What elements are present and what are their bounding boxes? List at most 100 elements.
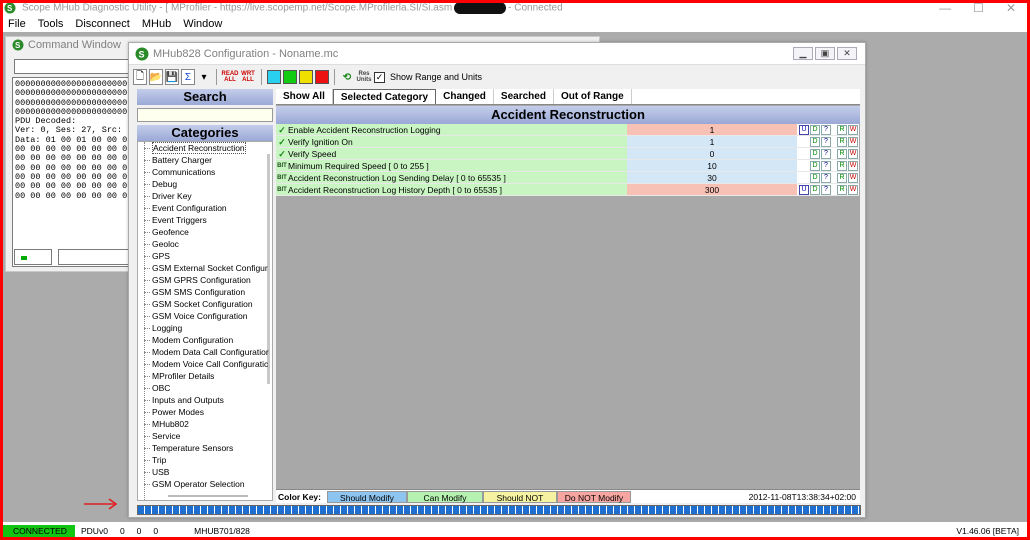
color-filter-cyan[interactable] — [267, 70, 281, 84]
checkmark-icon: ✓ — [278, 136, 286, 147]
send-button[interactable] — [14, 249, 52, 265]
category-item[interactable]: Service — [138, 430, 272, 442]
category-item[interactable]: Geoloc — [138, 238, 272, 250]
category-item[interactable]: Accident Reconstruction — [138, 142, 272, 154]
color-filter-green[interactable] — [283, 70, 297, 84]
category-item[interactable]: Modem Voice Call Configuratic — [138, 358, 272, 370]
parameter-value[interactable]: 30 — [627, 172, 797, 184]
write-button[interactable]: W — [848, 172, 858, 183]
horizontal-scrollbar[interactable] — [168, 495, 248, 497]
default-button[interactable]: D — [810, 160, 820, 171]
category-item[interactable]: Modem Configuration — [138, 334, 272, 346]
menu-file[interactable]: File — [6, 18, 28, 30]
tab-out-of-range[interactable]: Out of Range — [554, 89, 632, 104]
parameter-value[interactable]: 300 — [627, 184, 797, 196]
read-button[interactable]: R — [837, 124, 847, 135]
help-button[interactable]: ? — [821, 172, 831, 183]
dropdown-arrow-icon[interactable]: ▾ — [197, 69, 211, 85]
tab-searched[interactable]: Searched — [494, 89, 554, 104]
default-button[interactable]: D — [810, 124, 820, 135]
default-button[interactable]: D — [810, 148, 820, 159]
sum-icon[interactable]: Σ — [181, 69, 195, 85]
save-icon[interactable]: 💾 — [165, 69, 179, 85]
category-label: OBC — [152, 383, 171, 393]
help-button[interactable]: ? — [821, 160, 831, 171]
category-item[interactable]: Geofence — [138, 226, 272, 238]
category-item[interactable]: Trip — [138, 454, 272, 466]
category-item[interactable]: GSM GPRS Configuration — [138, 274, 272, 286]
color-filter-yellow[interactable] — [299, 70, 313, 84]
color-filter-red[interactable] — [315, 70, 329, 84]
category-item[interactable]: GSM Voice Configuration — [138, 310, 272, 322]
category-item[interactable]: GSM Socket Configuration — [138, 298, 272, 310]
update-flag-button[interactable]: U — [799, 184, 809, 195]
help-button[interactable]: ? — [821, 136, 831, 147]
category-item[interactable]: Temperature Sensors — [138, 442, 272, 454]
read-button[interactable]: R — [837, 172, 847, 183]
category-item[interactable]: Modem Data Call Configuratior — [138, 346, 272, 358]
write-button[interactable]: W — [848, 136, 858, 147]
read-button[interactable]: R — [837, 148, 847, 159]
config-close-button[interactable]: ✕ — [837, 47, 857, 60]
tab-selected-category[interactable]: Selected Category — [332, 89, 437, 104]
category-label: Temperature Sensors — [152, 443, 234, 453]
parameter-value[interactable]: 1 — [627, 136, 797, 148]
parameter-value[interactable]: 10 — [627, 160, 797, 172]
config-minimize-button[interactable]: ▁ — [793, 47, 813, 60]
category-item[interactable]: MHub802 — [138, 418, 272, 430]
parameter-value[interactable]: 1 — [627, 124, 797, 136]
close-button[interactable]: ✕ — [1006, 1, 1016, 15]
write-button[interactable]: W — [848, 148, 858, 159]
category-item[interactable]: Logging — [138, 322, 272, 334]
category-item[interactable]: GSM External Socket Configur — [138, 262, 272, 274]
category-item[interactable]: Communications — [138, 166, 272, 178]
category-item[interactable]: GSM SMS Configuration — [138, 286, 272, 298]
category-item[interactable]: Event Configuration — [138, 202, 272, 214]
category-item[interactable]: Battery Charger — [138, 154, 272, 166]
category-item[interactable]: USB — [138, 466, 272, 478]
category-item[interactable]: OBC — [138, 382, 272, 394]
help-button[interactable]: ? — [821, 184, 831, 195]
help-button[interactable]: ? — [821, 124, 831, 135]
tab-show-all[interactable]: Show All — [276, 89, 333, 104]
category-item[interactable]: MProfiler Details — [138, 370, 272, 382]
category-item[interactable]: GPS — [138, 250, 272, 262]
show-range-checkbox[interactable]: ✓ — [374, 71, 385, 83]
category-item[interactable]: Power Modes — [138, 406, 272, 418]
category-item[interactable]: Event Triggers — [138, 214, 272, 226]
menu-disconnect[interactable]: Disconnect — [73, 18, 131, 30]
write-all-button[interactable]: WRT ALL — [240, 69, 256, 85]
menu-window[interactable]: Window — [181, 18, 224, 30]
read-button[interactable]: R — [837, 160, 847, 171]
write-button[interactable]: W — [848, 160, 858, 171]
status-counter-1: 0 — [119, 526, 125, 536]
read-button[interactable]: R — [837, 136, 847, 147]
refresh-icon[interactable]: ⟲ — [340, 69, 354, 85]
update-flag-button[interactable]: U — [799, 124, 809, 135]
config-restore-button[interactable]: ▣ — [815, 47, 835, 60]
category-item[interactable]: Debug — [138, 178, 272, 190]
read-button[interactable]: R — [837, 184, 847, 195]
parameter-value[interactable]: 0 — [627, 148, 797, 160]
category-item[interactable]: Driver Key — [138, 190, 272, 202]
write-button[interactable]: W — [848, 184, 858, 195]
res-units-button[interactable]: Res Units — [356, 69, 372, 85]
search-input[interactable] — [137, 108, 273, 122]
empty-flag-slot — [799, 136, 809, 147]
write-button[interactable]: W — [848, 124, 858, 135]
category-item[interactable]: Inputs and Outputs — [138, 394, 272, 406]
default-button[interactable]: D — [810, 136, 820, 147]
menu-mhub[interactable]: MHub — [140, 18, 173, 30]
read-all-button[interactable]: READ ALL — [222, 69, 239, 85]
default-button[interactable]: D — [810, 184, 820, 195]
default-button[interactable]: D — [810, 172, 820, 183]
maximize-button[interactable]: ☐ — [973, 1, 984, 15]
category-item[interactable]: GSM Operator Selection — [138, 478, 272, 490]
minimize-button[interactable]: — — [939, 1, 951, 15]
tab-changed[interactable]: Changed — [436, 89, 494, 104]
command-field[interactable] — [58, 249, 130, 265]
new-file-icon[interactable]: 🗋 — [133, 69, 147, 85]
open-file-icon[interactable]: 📂 — [149, 69, 163, 85]
menu-tools[interactable]: Tools — [36, 18, 66, 30]
help-button[interactable]: ? — [821, 148, 831, 159]
